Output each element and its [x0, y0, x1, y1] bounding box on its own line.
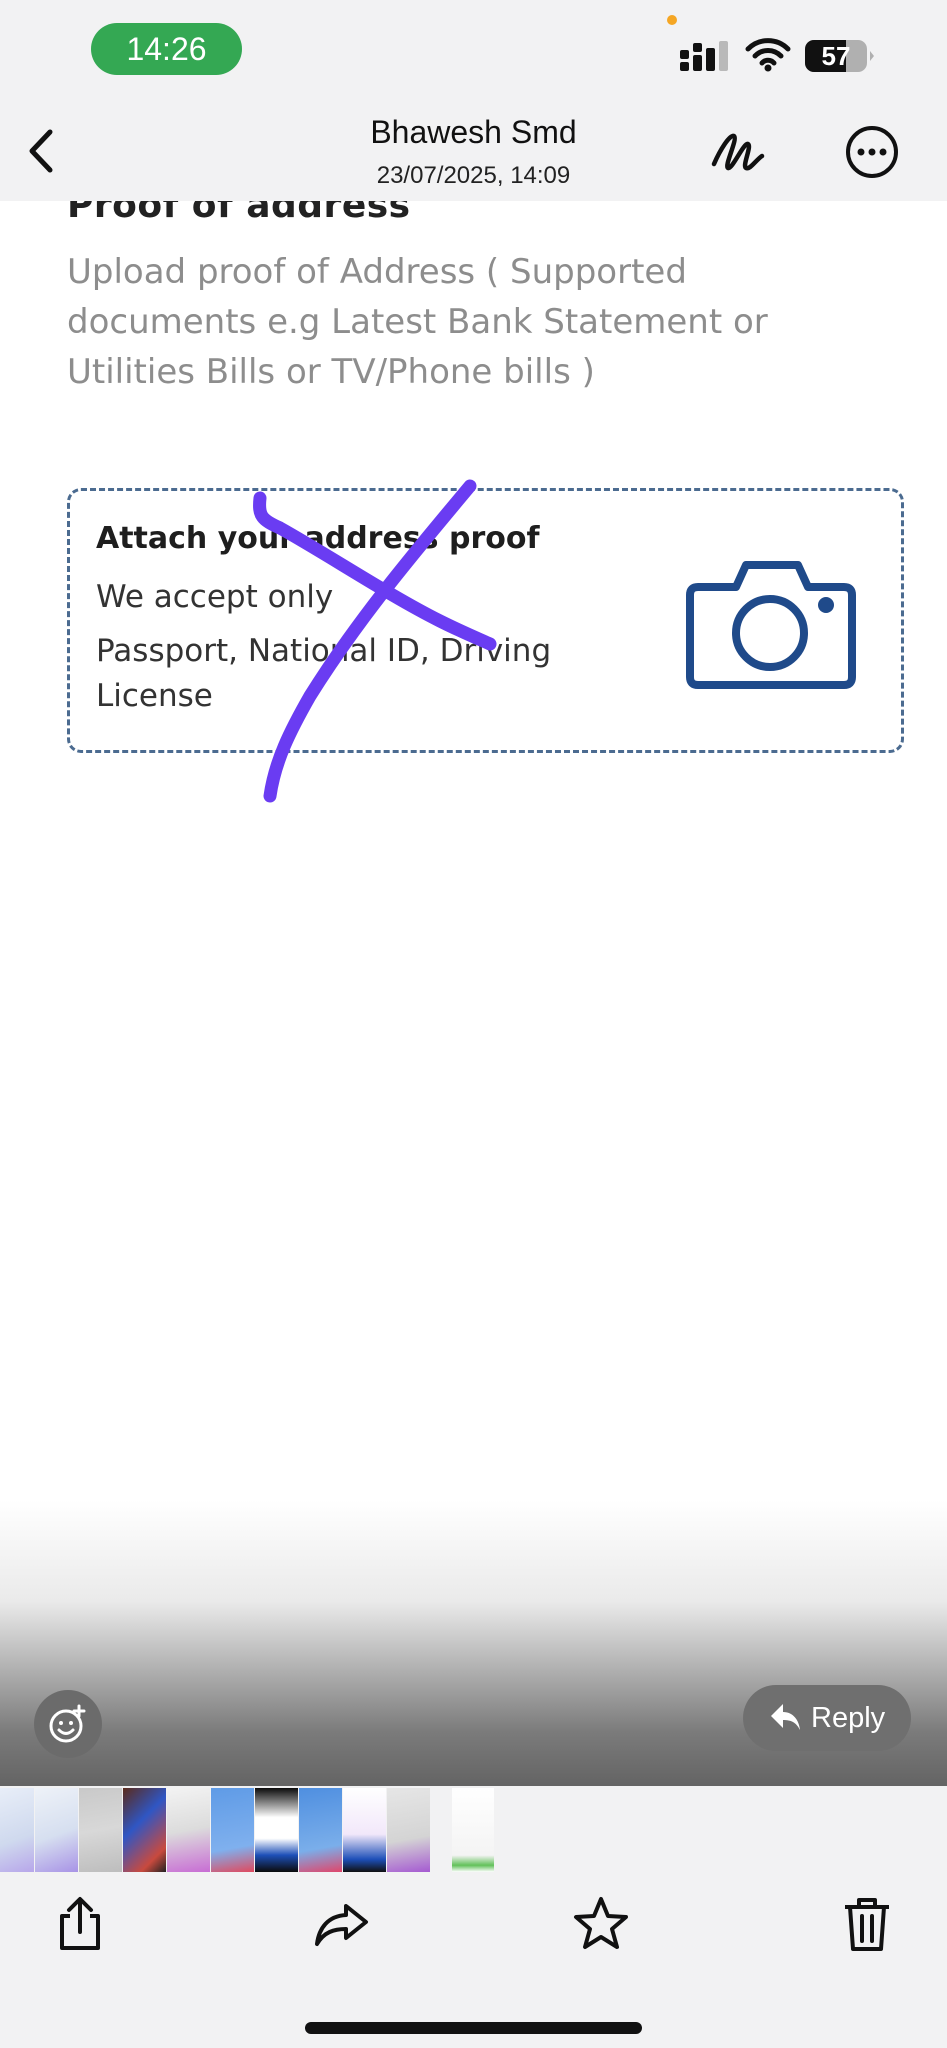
reply-button[interactable]: Reply: [743, 1685, 911, 1751]
wifi-icon: [745, 38, 791, 72]
doc-heading: Proof of address: [67, 201, 411, 226]
camera-icon: [686, 561, 856, 689]
thumbnail-item-selected[interactable]: [452, 1788, 494, 1872]
thumbnail-item[interactable]: [0, 1788, 34, 1872]
photo-viewer: 14:26 57 Bhawesh Smd 23/07/2025, 14:09 P…: [0, 0, 947, 2048]
thumbnail-item[interactable]: [343, 1788, 386, 1872]
signal-icon: [680, 41, 728, 71]
battery-icon: 57: [805, 40, 874, 72]
thumbnail-item[interactable]: [167, 1788, 210, 1872]
battery-level: 57: [822, 41, 851, 71]
status-bar: 14:26 57: [0, 0, 947, 100]
reply-label: Reply: [811, 1702, 886, 1734]
forward-icon[interactable]: [312, 1894, 372, 1954]
message-timestamp: 23/07/2025, 14:09: [376, 162, 571, 189]
bottom-toolbar: [0, 1874, 947, 2048]
share-icon[interactable]: [50, 1894, 110, 1954]
home-indicator[interactable]: [305, 2022, 642, 2034]
markup-cross-annotation: [253, 479, 497, 803]
thumbnail-item[interactable]: [79, 1788, 122, 1872]
status-time: 14:26: [91, 23, 242, 75]
thumbnail-item[interactable]: [255, 1788, 298, 1872]
add-reaction-button[interactable]: [34, 1690, 102, 1758]
thumbnail-item[interactable]: [299, 1788, 342, 1872]
privacy-indicator-dot: [667, 15, 677, 25]
thumbnail-strip[interactable]: [0, 1786, 947, 1874]
thumbnail-item[interactable]: [211, 1788, 254, 1872]
trash-icon[interactable]: [837, 1894, 897, 1954]
thumbnail-item[interactable]: [387, 1788, 430, 1872]
sender-name: Bhawesh Smd: [370, 114, 577, 150]
more-ellipsis-icon[interactable]: [845, 125, 899, 179]
viewer-header: Bhawesh Smd 23/07/2025, 14:09: [0, 100, 947, 202]
thumbnail-item[interactable]: [123, 1788, 166, 1872]
thumbnail-item[interactable]: [35, 1788, 78, 1872]
doc-description: Upload proof of Address ( Supported docu…: [67, 252, 768, 392]
reply-arrow-icon: [771, 1704, 800, 1730]
markup-pen-icon[interactable]: [708, 126, 768, 176]
add-reaction-icon: [49, 1704, 86, 1743]
star-icon[interactable]: [571, 1894, 631, 1954]
